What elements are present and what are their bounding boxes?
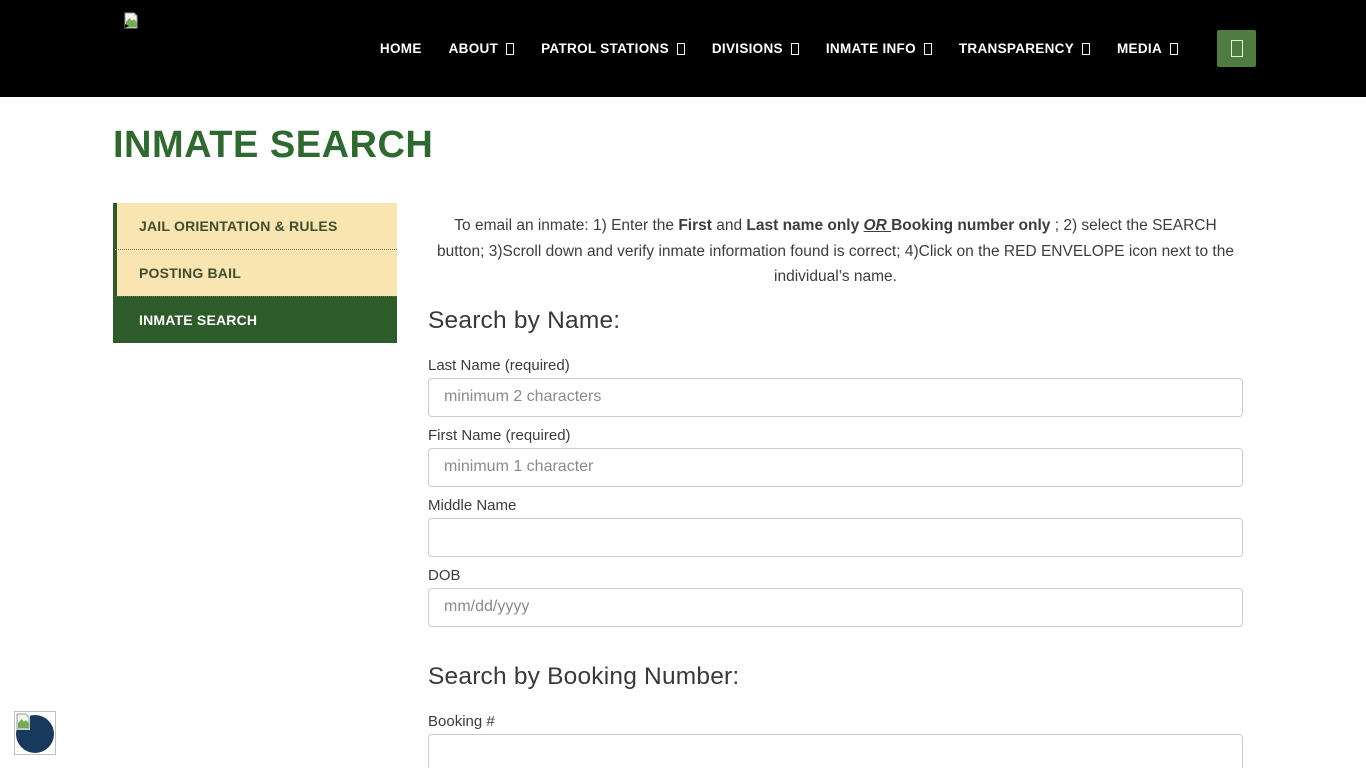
dropdown-caret-icon [924,43,932,55]
nav-search-button[interactable] [1217,30,1256,67]
sidebar-item-inmate-search[interactable]: INMATE SEARCH [113,296,397,343]
dropdown-caret-icon [1082,43,1090,55]
nav-item-media[interactable]: MEDIA [1117,41,1178,56]
main-content: To email an inmate: 1) Enter the First a… [428,213,1243,768]
nav-item-label: ABOUT [449,41,499,56]
dob-input[interactable] [428,588,1243,627]
broken-image-icon [16,713,30,730]
instructions-text: To email an inmate: 1) Enter the First a… [428,213,1243,290]
dropdown-caret-icon [791,43,799,55]
booking-number-input[interactable] [428,734,1243,768]
form-field-first-name: First Name (required) [428,427,1243,487]
sidebar-item-label: JAIL ORIENTATION & RULES [139,218,337,234]
instruction-segment: and [712,217,746,234]
field-label: First Name (required) [428,427,1243,444]
site-logo-broken-image-icon[interactable] [124,12,138,29]
sidebar-item-label: INMATE SEARCH [139,312,257,328]
instruction-segment: OR [864,217,892,234]
broken-image-icon [124,12,138,29]
accessibility-widget-button[interactable] [14,711,56,755]
form-field-dob: DOB [428,567,1243,627]
search-by-name-heading: Search by Name: [428,307,1243,335]
nav-item-about[interactable]: ABOUT [449,41,515,56]
nav-item-label: HOME [380,41,422,56]
search-by-booking-heading: Search by Booking Number: [428,663,1243,691]
instruction-segment: First [678,217,712,234]
dropdown-caret-icon [677,43,685,55]
sidebar-item-label: POSTING BAIL [139,265,241,281]
field-label: Booking # [428,713,1243,730]
field-label: Middle Name [428,497,1243,514]
dropdown-caret-icon [506,43,514,55]
first-name-input[interactable] [428,448,1243,487]
instruction-segment: Last name only [746,217,859,234]
main-nav: HOME ABOUT PATROL STATIONS DIVISIONS INM… [380,0,1256,97]
field-label: DOB [428,567,1243,584]
last-name-input[interactable] [428,378,1243,417]
search-by-name-form: Last Name (required) First Name (require… [428,357,1243,627]
dropdown-caret-icon [1170,43,1178,55]
search-icon [1231,40,1243,57]
field-label: Last Name (required) [428,357,1243,374]
nav-item-label: TRANSPARENCY [959,41,1074,56]
instruction-segment: To email an inmate: 1) Enter the [454,217,678,234]
nav-item-transparency[interactable]: TRANSPARENCY [959,41,1090,56]
form-field-booking-number: Booking # [428,713,1243,768]
page-title: INMATE SEARCH [113,124,433,167]
nav-item-home[interactable]: HOME [380,41,422,56]
nav-item-label: PATROL STATIONS [541,41,669,56]
instruction-segment: Booking number only [891,217,1050,234]
sidebar-item-posting-bail[interactable]: POSTING BAIL [113,249,397,296]
nav-item-divisions[interactable]: DIVISIONS [712,41,799,56]
nav-item-label: INMATE INFO [826,41,916,56]
top-nav-bar: HOME ABOUT PATROL STATIONS DIVISIONS INM… [0,0,1366,97]
middle-name-input[interactable] [428,518,1243,557]
nav-item-inmate-info[interactable]: INMATE INFO [826,41,932,56]
form-field-last-name: Last Name (required) [428,357,1243,417]
sidebar-nav: JAIL ORIENTATION & RULES POSTING BAIL IN… [113,203,397,343]
nav-item-patrol-stations[interactable]: PATROL STATIONS [541,41,685,56]
form-field-middle-name: Middle Name [428,497,1243,557]
sidebar-item-jail-orientation-rules[interactable]: JAIL ORIENTATION & RULES [113,203,397,249]
nav-item-label: DIVISIONS [712,41,783,56]
search-by-booking-form: Booking # [428,713,1243,768]
nav-item-label: MEDIA [1117,41,1162,56]
